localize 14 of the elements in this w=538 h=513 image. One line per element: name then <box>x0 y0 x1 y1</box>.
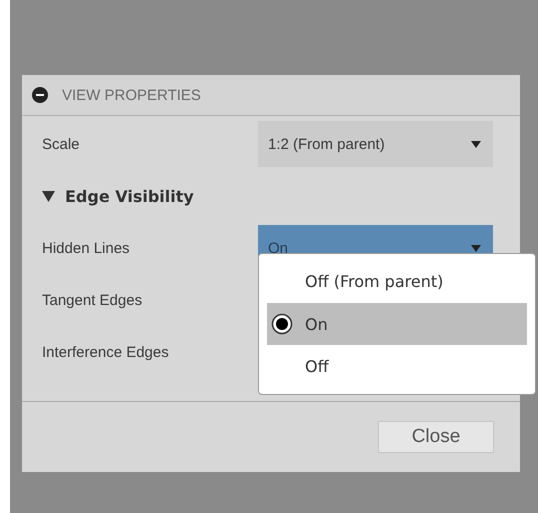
caret-icon <box>471 140 481 148</box>
field-label: Interference Edges <box>42 344 170 360</box>
collapse-icon[interactable] <box>32 87 48 103</box>
panel-title: VIEW PROPERTIES <box>62 86 201 104</box>
close-button[interactable]: Close <box>378 421 494 453</box>
field-label: Hidden Lines <box>42 240 131 256</box>
caret-icon <box>42 190 55 202</box>
field-label: Tangent Edges <box>42 292 144 308</box>
field-label: Scale <box>42 136 81 152</box>
section-header[interactable]: Edge Visibility <box>42 186 194 206</box>
radio-icon <box>271 313 293 335</box>
menu-option[interactable]: Off <box>267 345 527 388</box>
dropdown[interactable]: 1:2 (From parent) <box>258 121 493 167</box>
menu-option[interactable]: On <box>267 302 527 346</box>
